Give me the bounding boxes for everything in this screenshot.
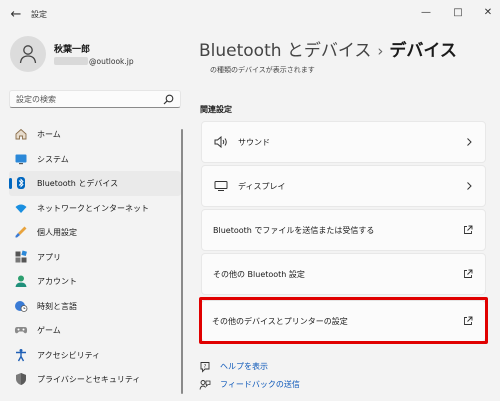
card-label: サウンド	[238, 138, 270, 147]
sidebar-item-accounts[interactable]: アカウント	[9, 269, 181, 294]
breadcrumb-separator-icon: ›	[377, 42, 384, 60]
help-icon: ?	[200, 362, 210, 373]
sidebar-item-apps[interactable]: アプリ	[9, 245, 181, 270]
sidebar-item-gaming[interactable]: ゲーム	[9, 318, 181, 343]
minimize-icon: —	[421, 7, 431, 18]
speaker-icon	[214, 136, 227, 148]
sidebar-nav: ホーム システム Bluetooth とデバイス ネットワークとインターネット …	[9, 122, 181, 392]
sidebar-item-system[interactable]: システム	[9, 147, 181, 172]
selection-indicator	[9, 178, 12, 189]
sidebar-item-label: プライバシーとセキュリティ	[37, 375, 141, 384]
title-bar: ← 設定 — □ ✕	[0, 0, 500, 30]
search-icon[interactable]	[163, 94, 174, 105]
feedback-link-label[interactable]: フィードバックの送信	[220, 379, 300, 390]
sidebar-item-bluetooth-devices[interactable]: Bluetooth とデバイス	[9, 171, 181, 196]
search-input[interactable]	[16, 93, 156, 106]
breadcrumb: Bluetooth とデバイス › デバイス	[199, 36, 457, 61]
sidebar-item-home[interactable]: ホーム	[9, 122, 181, 147]
sidebar-item-label: システム	[37, 154, 69, 164]
more-bluetooth-settings-card[interactable]: その他の Bluetooth 設定	[201, 253, 486, 295]
maximize-icon: □	[453, 7, 463, 18]
sidebar-item-label: アプリ	[37, 252, 61, 262]
card-label: Bluetooth でファイルを送信または受信する	[213, 226, 375, 235]
chevron-right-icon	[467, 138, 472, 146]
network-icon	[15, 204, 27, 213]
user-email: @outlook.jp	[54, 57, 134, 66]
personalization-icon	[15, 226, 27, 238]
help-link-label[interactable]: ヘルプを表示	[220, 361, 268, 372]
sidebar-item-label: 個人用設定	[37, 228, 77, 237]
highlight-annotation-box	[199, 297, 488, 344]
chevron-right-icon	[467, 182, 472, 190]
apps-icon	[15, 250, 27, 262]
accessibility-icon	[16, 348, 26, 361]
card-label: ディスプレイ	[238, 182, 286, 191]
sidebar-item-time-language[interactable]: 時刻と言語	[9, 294, 181, 319]
account-icon	[15, 275, 27, 287]
sidebar-scrollbar[interactable]	[181, 129, 183, 394]
monitor-icon	[214, 181, 228, 191]
sidebar-item-label: 時刻と言語	[37, 301, 77, 311]
person-icon	[19, 45, 37, 64]
description-text: の種類のデバイスが表示されます	[210, 66, 315, 74]
sidebar-item-label: ネットワークとインターネット	[37, 203, 149, 213]
sidebar-item-personalization[interactable]: 個人用設定	[9, 220, 181, 245]
sidebar-item-label: ゲーム	[37, 326, 61, 335]
sidebar-item-label: アクセシビリティ	[37, 350, 101, 360]
system-icon	[15, 154, 27, 164]
sidebar-item-accessibility[interactable]: アクセシビリティ	[9, 343, 181, 368]
privacy-icon	[16, 373, 26, 385]
sound-settings-card[interactable]: サウンド	[201, 121, 486, 163]
sidebar-item-label: Bluetooth とデバイス	[37, 179, 119, 188]
email-suffix: @outlook.jp	[89, 57, 134, 66]
section-title-related-settings: 関連設定	[200, 105, 232, 114]
page-title: デバイス	[389, 41, 457, 61]
avatar[interactable]	[10, 36, 46, 72]
close-icon: ✕	[483, 7, 493, 18]
time-language-icon	[15, 300, 28, 312]
home-icon	[15, 128, 27, 140]
back-button[interactable]: ←	[8, 7, 24, 23]
app-title: 設定	[31, 10, 47, 19]
gaming-icon	[14, 327, 28, 334]
bluetooth-file-transfer-card[interactable]: Bluetooth でファイルを送信または受信する	[201, 209, 486, 251]
card-label: その他の Bluetooth 設定	[213, 270, 305, 279]
maximize-button[interactable]: □	[451, 6, 465, 20]
search-box[interactable]	[9, 90, 181, 108]
user-name: 秋葉一郎	[54, 45, 91, 55]
display-settings-card[interactable]: ディスプレイ	[201, 165, 486, 207]
sidebar-item-privacy-security[interactable]: プライバシーとセキュリティ	[9, 367, 181, 392]
external-link-icon	[464, 225, 473, 234]
feedback-icon	[199, 380, 211, 390]
sidebar-item-network[interactable]: ネットワークとインターネット	[9, 196, 181, 221]
email-redaction	[54, 57, 88, 65]
back-arrow-icon: ←	[10, 7, 22, 22]
svg-text:?: ?	[204, 364, 207, 370]
sidebar-item-label: アカウント	[37, 277, 77, 286]
minimize-button[interactable]: —	[419, 6, 433, 20]
bluetooth-icon	[17, 177, 25, 189]
sidebar-item-label: ホーム	[37, 130, 61, 139]
close-button[interactable]: ✕	[481, 6, 495, 20]
external-link-icon	[464, 269, 473, 278]
breadcrumb-parent[interactable]: Bluetooth とデバイス	[199, 41, 371, 61]
